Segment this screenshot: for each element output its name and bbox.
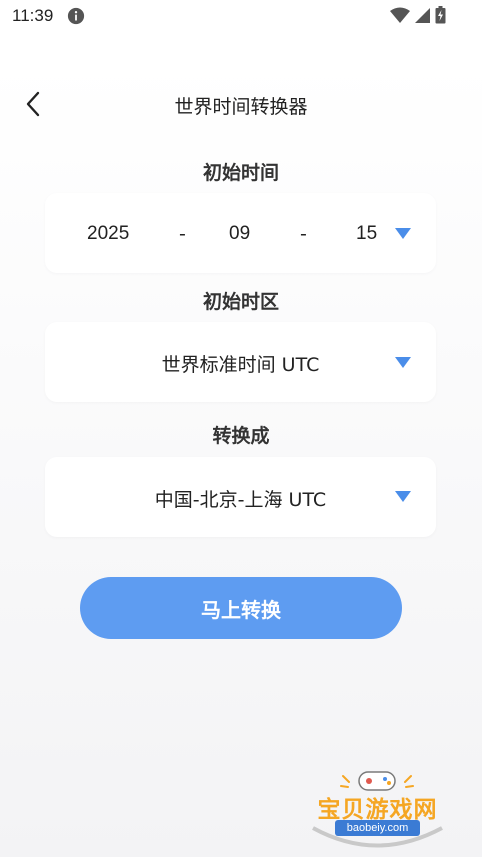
start-date-picker[interactable]: 2025 - 09 - 15	[45, 193, 436, 273]
day-value[interactable]: 15	[356, 223, 377, 245]
target-zone-select[interactable]: 中国-北京-上海 UTC	[45, 457, 436, 537]
header: 世界时间转换器	[0, 84, 482, 124]
status-icons	[390, 6, 446, 24]
target-zone-label: 转换成	[212, 425, 270, 447]
date-separator: -	[300, 223, 307, 245]
signal-icon	[415, 7, 430, 23]
page-title: 世界时间转换器	[174, 96, 308, 118]
convert-button[interactable]: 马上转换	[80, 577, 402, 639]
status-time: 11:39	[12, 6, 54, 25]
watermark-name: 宝贝游戏网	[317, 797, 438, 823]
month-value[interactable]: 09	[229, 223, 250, 245]
watermark-logo: 宝贝游戏网 baobeiy.com	[305, 768, 450, 853]
dropdown-arrow-icon[interactable]	[395, 357, 411, 368]
start-time-label: 初始时间	[202, 162, 279, 184]
year-value[interactable]: 2025	[87, 223, 129, 245]
start-zone-select[interactable]: 世界标准时间 UTC	[45, 322, 436, 402]
info-icon	[67, 7, 85, 25]
dropdown-arrow-icon[interactable]	[395, 228, 411, 239]
target-zone-value: 中国-北京-上海 UTC	[154, 489, 327, 511]
date-separator: -	[179, 223, 186, 245]
battery-icon	[435, 6, 446, 24]
wifi-icon	[390, 7, 410, 23]
dropdown-arrow-icon[interactable]	[395, 491, 411, 502]
status-bar: 11:39	[0, 0, 482, 34]
start-zone-label: 初始时区	[202, 291, 279, 313]
watermark-url: baobeiy.com	[335, 820, 420, 836]
start-zone-value: 世界标准时间 UTC	[161, 354, 320, 376]
